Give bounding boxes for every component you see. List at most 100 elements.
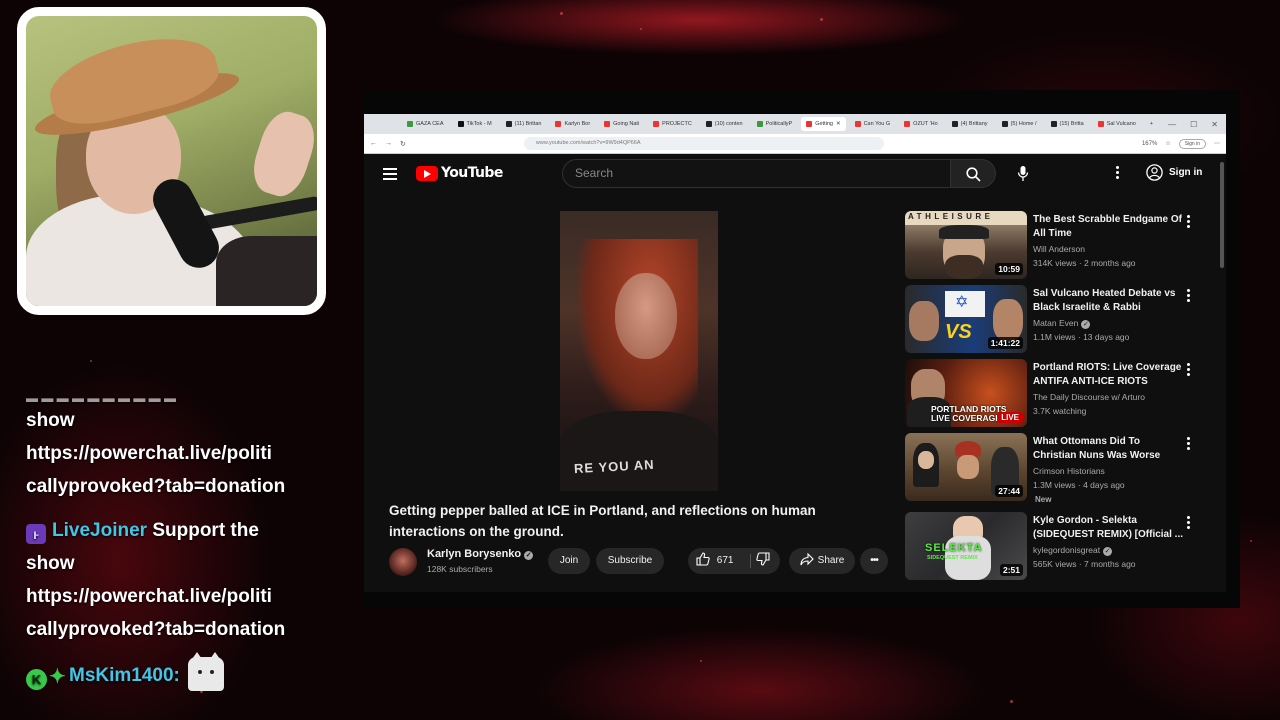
chat-message-header: K ✦ MsKim1400:: [26, 652, 326, 692]
browser-tab[interactable]: PROJECTC: [648, 117, 697, 131]
close-window-icon[interactable]: ✕: [1211, 120, 1218, 129]
sign-in-label: Sign in: [1169, 167, 1203, 178]
chat-message-line: https://powerchat.live/politi: [26, 586, 272, 607]
background-speck: [90, 360, 92, 362]
recommended-video[interactable]: ✡ VS 1:41:22 Sal Vulcano Heated Debate v…: [905, 285, 1215, 355]
browser-tab[interactable]: (4) Brittany: [947, 117, 993, 131]
minimize-icon[interactable]: —: [1168, 120, 1176, 129]
browser-tab[interactable]: (5) Home /: [997, 117, 1042, 131]
maximize-icon[interactable]: ☐: [1190, 120, 1197, 129]
reload-icon[interactable]: ↻: [400, 140, 406, 148]
browser-tab-label: Getting: [815, 121, 833, 127]
recommended-title[interactable]: What Ottomans Did To Christian Nuns Was …: [1033, 435, 1183, 463]
join-button[interactable]: Join: [548, 548, 590, 574]
browser-tab[interactable]: Sal Vulcano: [1093, 117, 1141, 131]
recommended-video[interactable]: ATHLEISURE 10:59 The Best Scrabble Endga…: [905, 211, 1215, 281]
recommended-title[interactable]: The Best Scrabble Endgame Of All Time: [1033, 213, 1183, 241]
youtube-header: YouTube Search Sign in: [364, 158, 1226, 192]
recommended-video[interactable]: 27:44 What Ottomans Did To Christian Nun…: [905, 433, 1215, 504]
browser-tab[interactable]: Karlyn Bor: [550, 117, 595, 131]
browser-tab[interactable]: GAZA CEA: [402, 117, 449, 131]
video-thumbnail[interactable]: ATHLEISURE 10:59: [905, 211, 1027, 279]
browser-menu-icon[interactable]: ⋯: [1214, 140, 1220, 147]
recommended-title[interactable]: Sal Vulcano Heated Debate vs Black Israe…: [1033, 287, 1183, 315]
video-player[interactable]: RE YOU AN: [560, 211, 718, 491]
channel-name-wrap[interactable]: Karlyn Borysenko ✓: [427, 548, 534, 560]
settings-more-icon[interactable]: [1116, 166, 1120, 181]
recommended-more-icon[interactable]: [1187, 437, 1191, 452]
browser-signin-button[interactable]: Sign in: [1178, 138, 1206, 149]
search-input[interactable]: Search: [562, 159, 951, 188]
browser-tab[interactable]: Can You G: [850, 117, 896, 131]
like-count: 671: [716, 555, 734, 566]
browser-tab-active[interactable]: Getting ✕: [801, 117, 846, 131]
browser-tab[interactable]: TikTok - M: [453, 117, 497, 131]
recommended-title[interactable]: Kyle Gordon - Selekta (SIDEQUEST REMIX) …: [1033, 514, 1183, 542]
video-thumbnail[interactable]: PORTLAND RIOTS LIVE COVERAGE LIVE: [905, 359, 1027, 427]
chat-cutoff-line: ▬ ▬ ▬ ▬ ▬ ▬ ▬ ▬ ▬ ▬: [26, 392, 177, 404]
background-speck: [1010, 700, 1013, 703]
recommended-channel[interactable]: Crimson Historians: [1033, 466, 1105, 476]
dislike-button[interactable]: [756, 548, 770, 574]
video-thumbnail[interactable]: SELEKTA SIDEQUEST REMIX 2:51: [905, 512, 1027, 580]
more-actions-button[interactable]: •••: [860, 548, 888, 574]
new-tab-button[interactable]: +: [1145, 117, 1158, 131]
search-button[interactable]: [951, 159, 996, 188]
recommended-channel[interactable]: kylegordonisgreat ✓: [1033, 545, 1113, 556]
chat-badge-icon: ⱶ: [26, 524, 46, 544]
recommended-meta: 1.3M views · 4 days ago: [1033, 480, 1125, 490]
browser-tab[interactable]: PoliticallyP: [752, 117, 798, 131]
chat-message-header: ⱶ LiveJoiner Support the: [26, 514, 326, 547]
recommended-video[interactable]: SELEKTA SIDEQUEST REMIX 2:51 Kyle Gordon…: [905, 512, 1215, 582]
recommended-more-icon[interactable]: [1187, 289, 1191, 304]
bookmark-star-icon[interactable]: ☆: [1165, 140, 1170, 147]
background-speck: [700, 660, 702, 662]
channel-avatar[interactable]: [389, 548, 417, 576]
search-icon: [966, 167, 981, 182]
verified-icon: ✓: [1103, 547, 1113, 556]
address-bar-row: ← → ↻ www.youtube.com/watch?v=9W9d4QP66A…: [364, 134, 1226, 154]
recommended-meta: 1.1M views · 13 days ago: [1033, 332, 1130, 342]
browser-tab[interactable]: (10) conten: [701, 117, 748, 131]
forward-icon[interactable]: →: [385, 140, 392, 147]
close-tab-icon[interactable]: ✕: [836, 121, 841, 127]
recommended-more-icon[interactable]: [1187, 215, 1191, 230]
like-button[interactable]: 671: [696, 548, 733, 574]
webcam-overlay: [17, 7, 326, 315]
more-horizontal-icon: •••: [870, 555, 878, 566]
browser-tab[interactable]: (11) Brittan: [501, 117, 547, 131]
subscriber-count: 128K subscribers: [427, 564, 493, 574]
recommended-more-icon[interactable]: [1187, 363, 1191, 378]
like-dislike-group: 671: [688, 548, 780, 574]
recommended-channel[interactable]: Matan Even ✓: [1033, 318, 1091, 329]
recommended-title[interactable]: Portland RIOTS: Live Coverage ANTIFA ANT…: [1033, 361, 1183, 389]
live-badge: LIVE: [997, 412, 1023, 423]
sign-in-button[interactable]: Sign in: [1146, 164, 1202, 181]
scrollbar-thumb[interactable]: [1220, 162, 1224, 268]
browser-tab[interactable]: OZUT 'Ho: [899, 117, 942, 131]
browser-tab-label: GAZA CEA: [416, 121, 444, 127]
zoom-level[interactable]: 167%: [1142, 141, 1157, 147]
chat-message-line: https://powerchat.live/politi: [26, 443, 272, 464]
microphone-search-icon[interactable]: [1017, 165, 1029, 182]
mic-arm: [200, 195, 317, 231]
video-duration: 1:41:22: [987, 337, 1023, 349]
recommended-video[interactable]: PORTLAND RIOTS LIVE COVERAGE LIVE Portla…: [905, 359, 1215, 429]
video-thumbnail[interactable]: 27:44: [905, 433, 1027, 501]
browser-tab[interactable]: Going Nati: [599, 117, 644, 131]
chat-overlay: ▬ ▬ ▬ ▬ ▬ ▬ ▬ ▬ ▬ ▬ show https://powerch…: [26, 392, 326, 692]
recommended-channel[interactable]: Will Anderson: [1033, 244, 1085, 254]
recommended-meta: 565K views · 7 months ago: [1033, 559, 1136, 569]
recommended-channel[interactable]: The Daily Discourse w/ Arturo: [1033, 392, 1145, 402]
youtube-logo[interactable]: YouTube: [416, 165, 503, 181]
url-field[interactable]: www.youtube.com/watch?v=9W9d4QP66A: [523, 137, 884, 150]
subscribe-button[interactable]: Subscribe: [596, 548, 664, 574]
share-button[interactable]: Share: [789, 548, 855, 574]
recommended-more-icon[interactable]: [1187, 516, 1191, 531]
video-title: Getting pepper balled at ICE in Portland…: [389, 503, 816, 539]
youtube-play-icon: [416, 165, 438, 181]
browser-tab[interactable]: (15) Britta: [1046, 117, 1089, 131]
hamburger-menu-icon[interactable]: [383, 168, 397, 180]
video-thumbnail[interactable]: ✡ VS 1:41:22: [905, 285, 1027, 353]
back-icon[interactable]: ←: [370, 140, 377, 147]
